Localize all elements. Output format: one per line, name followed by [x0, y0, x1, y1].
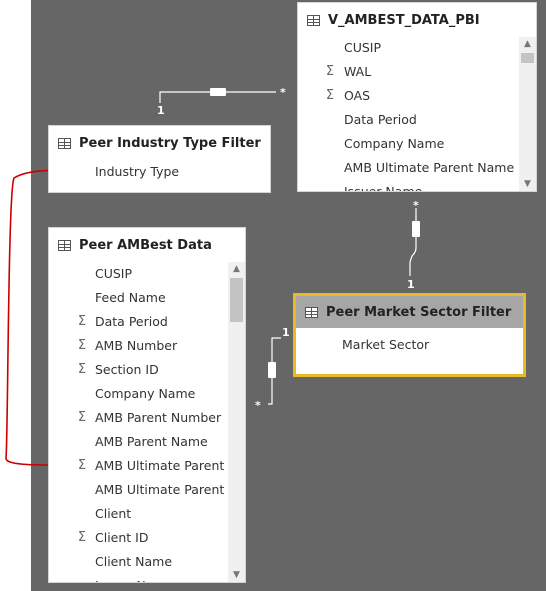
card-header[interactable]: V_AMBEST_DATA_PBI — [298, 3, 536, 37]
field-label: Market Sector — [342, 337, 430, 352]
field-label: Feed Name — [95, 290, 166, 305]
relationship-many-label: * — [255, 399, 261, 412]
sigma-icon: Σ — [77, 362, 87, 377]
relationship-one-label: 1 — [407, 278, 415, 291]
field-label: Client ID — [95, 530, 149, 545]
table-card-peer-industry[interactable]: Peer Industry Type Filter Industry Type — [48, 125, 271, 193]
field-label: Company Name — [344, 136, 445, 151]
card-header[interactable]: Peer Market Sector Filter — [296, 296, 523, 328]
field-label: AMB Parent Number — [95, 410, 222, 425]
chevron-down-icon[interactable]: ▼ — [519, 177, 536, 191]
table-icon — [305, 306, 318, 318]
sigma-icon: Σ — [77, 530, 87, 545]
vertical-scrollbar[interactable]: ▲ ▼ — [519, 37, 536, 191]
sigma-icon: Σ — [77, 410, 87, 425]
bidirectional-arrow-icon — [412, 221, 420, 237]
table-title: V_AMBEST_DATA_PBI — [328, 12, 480, 28]
sigma-icon: Σ — [325, 64, 335, 79]
field-label: WAL — [344, 64, 372, 79]
chevron-up-icon[interactable]: ▲ — [228, 262, 245, 276]
field-label: Data Period — [95, 314, 168, 329]
card-header[interactable]: Peer Industry Type Filter — [49, 126, 270, 160]
sigma-icon: Σ — [77, 338, 87, 353]
field-label: CUSIP — [95, 266, 133, 281]
table-card-peer-market-selected[interactable]: Peer Market Sector Filter Market Sector — [293, 293, 526, 377]
relationship-one-label: 1 — [282, 326, 290, 339]
field-label: Data Period — [344, 112, 417, 127]
field-label: Client — [95, 506, 132, 521]
scrollbar-thumb[interactable] — [230, 278, 243, 322]
table-icon — [58, 239, 71, 251]
card-header[interactable]: Peer AMBest Data — [49, 228, 245, 262]
sigma-icon: Σ — [77, 458, 87, 473]
field-label: AMB Parent Name — [95, 434, 208, 449]
chevron-down-icon[interactable]: ▼ — [228, 568, 245, 582]
table-card-v-ambest[interactable]: V_AMBEST_DATA_PBI CUSIP Σ WAL Σ OAS Data P… — [297, 2, 537, 192]
field-label: CUSIP — [344, 40, 382, 55]
field-label: Issuer Name — [344, 184, 423, 192]
scrollbar-thumb[interactable] — [521, 53, 534, 63]
relationship-one-label: 1 — [157, 104, 165, 117]
sigma-icon: Σ — [77, 314, 87, 329]
table-icon — [58, 137, 71, 149]
table-title: Peer Industry Type Filter — [79, 135, 261, 151]
field-label: Section ID — [95, 362, 159, 377]
bidirectional-arrow-icon — [210, 88, 226, 96]
field-label: Industry Type — [95, 164, 180, 179]
vertical-scrollbar[interactable]: ▲ ▼ — [228, 262, 245, 582]
connector-line-market-v[interactable] — [409, 208, 417, 276]
field-label: AMB Number — [95, 338, 178, 353]
table-icon — [307, 14, 320, 26]
field-label: Company Name — [95, 386, 196, 401]
field-label: AMB Ultimate Parent Number — [95, 458, 245, 473]
relationship-many-label: * — [280, 86, 286, 99]
field-label: Client Name — [95, 554, 173, 569]
relationship-many-label: * — [413, 199, 419, 212]
table-card-peer-ambest[interactable]: Peer AMBest Data CUSIP Feed Name Σ Data P… — [48, 227, 246, 583]
chevron-up-icon[interactable]: ▲ — [519, 37, 536, 51]
table-title: Peer AMBest Data — [79, 237, 212, 253]
field-label: Issuer Name — [95, 574, 173, 582]
field-label: AMB Ultimate Parent Name — [344, 160, 515, 175]
table-title: Peer Market Sector Filter — [326, 304, 512, 320]
field-label: AMB Ultimate Parent Name — [95, 482, 245, 497]
field-label: OAS — [344, 88, 371, 103]
sigma-icon: Σ — [325, 88, 335, 103]
bidirectional-arrow-icon — [268, 362, 276, 378]
